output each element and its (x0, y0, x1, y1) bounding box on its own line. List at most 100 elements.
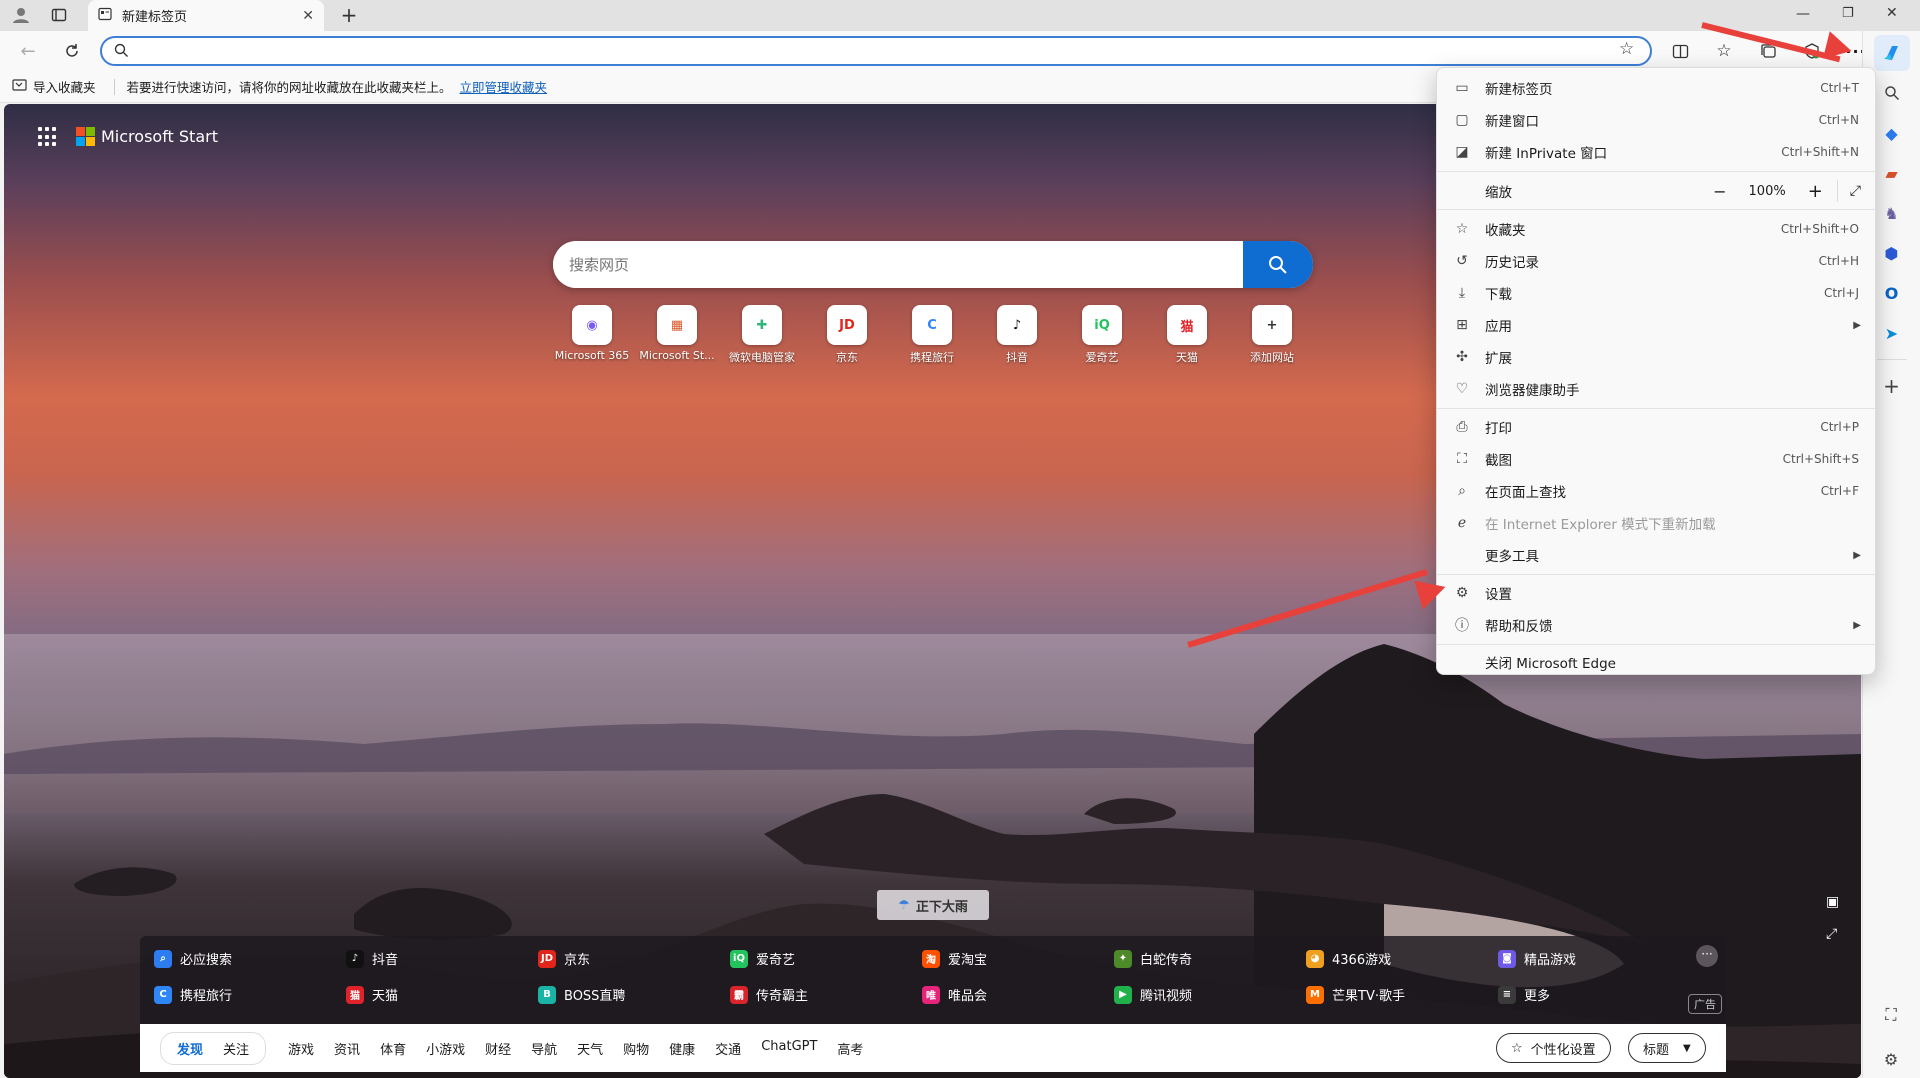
sidebar-settings-icon[interactable]: ⚙ (1873, 1041, 1909, 1077)
expand-icon[interactable]: ⤢ (1826, 926, 1837, 942)
web-search-input[interactable] (553, 241, 1243, 288)
menu-close-edge[interactable]: 关闭 Microsoft Edge (1437, 647, 1875, 677)
sidebar-search-icon[interactable] (1874, 75, 1910, 111)
feed-tab[interactable]: 导航 (521, 1039, 567, 1058)
store-icon: ▦ (657, 305, 697, 345)
link-item[interactable]: ≡ 更多 (1498, 985, 1550, 1004)
link-item[interactable]: M 芒果TV·歌手 (1306, 985, 1405, 1004)
link-item[interactable]: ◙ 精品游戏 (1498, 949, 1576, 968)
feed-tab[interactable]: 发现 (169, 1037, 211, 1060)
restore-button[interactable]: ❐ (1842, 6, 1854, 21)
link-item[interactable]: C 携程旅行 (154, 985, 232, 1004)
menu-browser-health[interactable]: ♡ 浏览器健康助手 (1437, 374, 1875, 404)
link-item[interactable]: ✦ 白蛇传奇 (1114, 949, 1192, 968)
link-item[interactable]: 唯唯品会 (922, 985, 987, 1004)
link-item[interactable]: B BOSS直聘 (538, 985, 625, 1004)
shopping-tag-icon[interactable]: ◆ (1874, 115, 1910, 151)
tab-new-tab[interactable]: 新建标签页 ✕ (88, 0, 324, 31)
import-favorites-button[interactable]: 导入收藏夹 (33, 77, 96, 96)
quick-link[interactable]: + 添加网站 (1230, 305, 1314, 365)
app-launcher-icon[interactable] (38, 127, 58, 147)
feed-tab[interactable]: 健康 (659, 1039, 705, 1058)
address-bar[interactable]: ☆ (100, 36, 1652, 66)
quick-link[interactable]: ▦ Microsoft St... (635, 305, 719, 365)
quick-link[interactable]: 猫天猫 (1145, 305, 1229, 365)
menu-downloads[interactable]: ⤓ 下载 Ctrl+J (1437, 278, 1875, 308)
profile-icon[interactable] (10, 4, 32, 26)
fullscreen-icon[interactable]: ⤢ (1838, 183, 1875, 199)
background-image-icon[interactable]: ▣ (1826, 894, 1839, 910)
menu-new-tab[interactable]: ▭ 新建标签页 Ctrl+T (1437, 73, 1875, 103)
manage-favorites-link[interactable]: 立即管理收藏夹 (460, 77, 548, 96)
link-item[interactable]: ▶ 腾讯视频 (1114, 985, 1192, 1004)
feed-tab[interactable]: 游戏 (278, 1039, 324, 1058)
feed-tab[interactable]: 购物 (613, 1039, 659, 1058)
feed-tab[interactable]: 关注 (215, 1037, 257, 1060)
screenshot-sidebar-icon[interactable]: ⛶ (1873, 997, 1909, 1033)
quick-link[interactable]: JD 京东 (805, 305, 889, 365)
m365-icon[interactable]: ⬢ (1874, 235, 1910, 271)
link-item[interactable]: 猫天猫 (346, 985, 398, 1004)
feed-tab[interactable]: 交通 (705, 1039, 751, 1058)
menu-screenshot[interactable]: ⛶ 截图 Ctrl+Shift+S (1437, 444, 1875, 474)
feed-tab[interactable]: 天气 (567, 1039, 613, 1058)
link-item[interactable]: 淘爱淘宝 (922, 949, 987, 968)
feed-tab[interactable]: 财经 (475, 1039, 521, 1058)
menu-find-on-page[interactable]: ⌕ 在页面上查找 Ctrl+F (1437, 476, 1875, 506)
link-item[interactable]: 霸传奇霸主 (730, 985, 808, 1004)
divider (1437, 209, 1875, 210)
quick-link[interactable]: ✚ 微软电脑管家 (720, 305, 804, 365)
quick-link[interactable]: C 携程旅行 (890, 305, 974, 365)
menu-history[interactable]: ↺ 历史记录 Ctrl+H (1437, 246, 1875, 276)
feed-tab[interactable]: ChatGPT (751, 1039, 827, 1058)
menu-new-window[interactable]: ▢ 新建窗口 Ctrl+N (1437, 105, 1875, 135)
favorites-star-icon: ☆ (1455, 221, 1469, 237)
new-window-icon: ▢ (1455, 112, 1469, 128)
web-search-button[interactable] (1243, 241, 1313, 288)
menu-apps[interactable]: ⊞ 应用 ▶ (1437, 310, 1875, 340)
quick-link[interactable]: iQ 爱奇艺 (1060, 305, 1144, 365)
menu-help-feedback[interactable]: ⓘ 帮助和反馈 ▶ (1437, 610, 1875, 640)
outlook-icon[interactable]: O (1874, 275, 1910, 311)
quick-link[interactable]: ◉ Microsoft 365 (550, 305, 634, 365)
copilot-icon[interactable] (1873, 35, 1910, 71)
minimize-button[interactable]: — (1796, 6, 1810, 22)
close-window-button[interactable]: ✕ (1886, 5, 1898, 21)
microsoft-start-brand[interactable]: Microsoft Start (76, 127, 218, 146)
menu-new-inprivate[interactable]: ◪ 新建 InPrivate 窗口 Ctrl+Shift+N (1437, 137, 1875, 167)
add-favorite-star-icon[interactable]: ☆ (1619, 39, 1634, 59)
quick-link[interactable]: ♪ 抖音 (975, 305, 1059, 365)
refresh-button[interactable] (56, 35, 88, 67)
link-item[interactable]: JD 京东 (538, 949, 590, 968)
zoom-in-button[interactable]: + (1794, 181, 1837, 202)
games-icon[interactable]: ♞ (1874, 195, 1910, 231)
back-button[interactable]: ← (12, 35, 44, 67)
feed-tab[interactable]: 高考 (827, 1039, 873, 1058)
link-item[interactable]: ⌕ 必应搜索 (154, 949, 232, 968)
add-sidebar-app-icon[interactable]: + (1874, 368, 1910, 404)
feed-tab[interactable]: 小游戏 (416, 1039, 475, 1058)
menu-more-tools[interactable]: 更多工具 ▶ (1437, 540, 1875, 570)
menu-favorites[interactable]: ☆ 收藏夹 Ctrl+Shift+O (1437, 214, 1875, 244)
menu-print[interactable]: ⎙ 打印 Ctrl+P (1437, 412, 1875, 442)
new-tab-button[interactable]: + (338, 3, 360, 27)
feed-tab[interactable]: 体育 (370, 1039, 416, 1058)
link-item[interactable]: ◕ 4366游戏 (1306, 949, 1391, 968)
address-input[interactable] (136, 40, 1596, 62)
link-item[interactable]: iQ 爱奇艺 (730, 949, 795, 968)
zoom-out-button[interactable]: − (1699, 182, 1740, 201)
personalize-button[interactable]: ☆ 个性化设置 (1496, 1033, 1611, 1063)
link-item[interactable]: ♪ 抖音 (346, 949, 398, 968)
split-screen-icon[interactable] (1664, 35, 1696, 67)
layout-dropdown[interactable]: 标题 ▼ (1628, 1033, 1706, 1063)
links-more-options-icon[interactable]: ··· (1696, 945, 1718, 967)
feed-tab[interactable]: 资讯 (324, 1039, 370, 1058)
menu-extensions[interactable]: ✣ 扩展 (1437, 342, 1875, 372)
close-tab-icon[interactable]: ✕ (302, 8, 314, 24)
favorites-icon[interactable]: ☆ (1708, 35, 1740, 67)
tools-briefcase-icon[interactable]: ▰ (1874, 155, 1910, 191)
menu-settings[interactable]: ⚙ 设置 (1437, 578, 1875, 608)
drop-icon[interactable]: ➤ (1874, 315, 1910, 351)
tab-actions-icon[interactable] (48, 4, 70, 26)
weather-widget[interactable]: ☂ 正下大雨 (877, 890, 989, 920)
